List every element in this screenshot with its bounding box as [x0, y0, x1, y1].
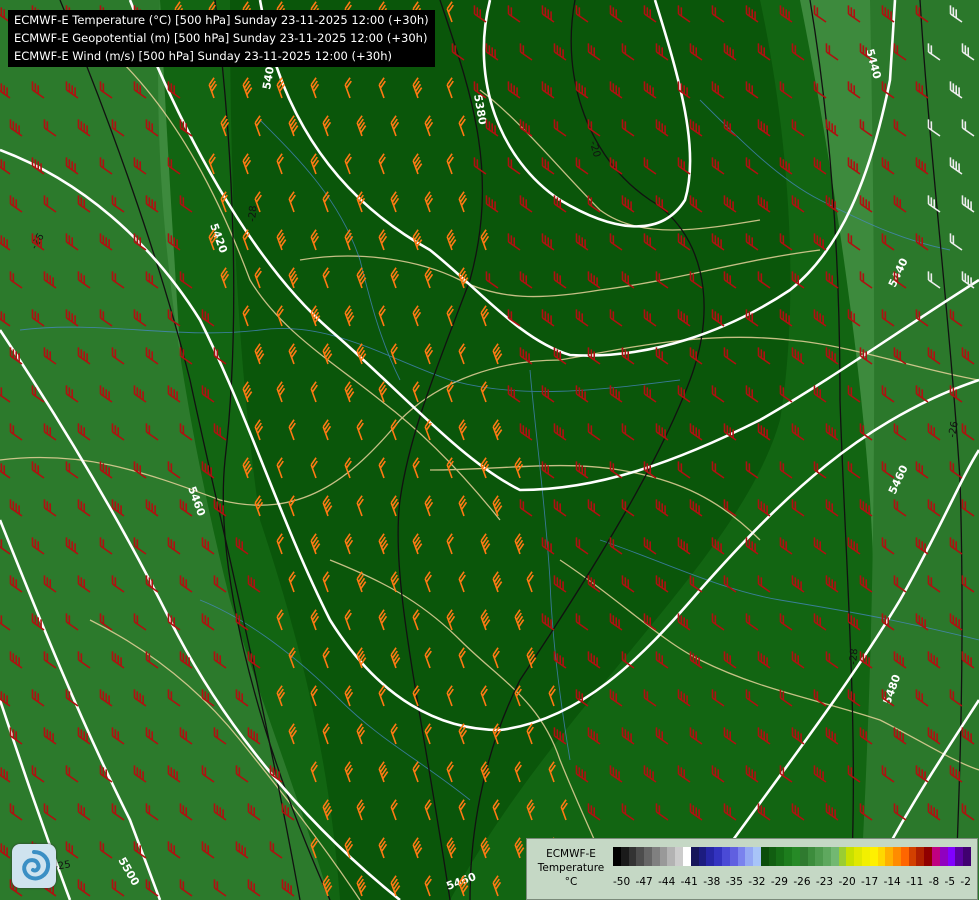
colorscale-tick: -41 — [680, 876, 698, 888]
colorscale-swatch — [908, 847, 917, 866]
colorscale-swatch — [776, 847, 785, 866]
weather-map: 5380 5400 5420 5440 5460 5480 5500 5460 … — [0, 0, 979, 900]
colorscale-swatch — [862, 847, 870, 866]
colorscale-swatch — [714, 847, 722, 866]
colorscale-swatch — [830, 847, 839, 866]
colorscale-swatch — [636, 847, 645, 866]
colorscale-swatch — [807, 847, 816, 866]
colorscale-swatch — [690, 847, 699, 866]
colorscale-swatch — [947, 847, 956, 866]
colorscale-tick: -23 — [815, 876, 834, 888]
header-line-temperature: ECMWF-E Temperature (°C) [500 hPa] Sunda… — [14, 13, 429, 27]
colorscale-swatch — [651, 847, 660, 866]
colorscale-swatch — [877, 847, 886, 866]
colorscale-ticks: -50 -47 -44 -41 -38 -35 -32 -29 -26 -23 -20 -17 -14-… — [613, 876, 971, 888]
colorscale-swatch — [823, 847, 831, 866]
colorscale-swatch — [613, 847, 621, 866]
colorscale-swatches — [613, 847, 971, 866]
colorscale-swatch — [721, 847, 730, 866]
colorscale-swatch — [885, 847, 894, 866]
colorscale-tick: -35 — [725, 876, 743, 888]
colorscale-swatch — [854, 847, 862, 866]
colorscale-swatch — [955, 847, 964, 866]
colorscale-swatch — [869, 847, 878, 866]
colorscale-tick: -2 — [960, 876, 971, 888]
colorscale-tick: -44 — [658, 876, 676, 888]
colorscale-swatch — [924, 847, 933, 866]
colorscale-swatch — [628, 847, 637, 866]
colorscale-tick: -26 — [793, 876, 811, 888]
colorscale-tick: -20 — [838, 876, 856, 888]
colorscale-title: ECMWF-E Temperature °C — [531, 847, 611, 889]
colorscale-swatch — [760, 847, 769, 866]
colorscale-swatch — [768, 847, 777, 866]
colorscale-tick: -5 — [944, 876, 956, 888]
colorscale-swatch — [706, 847, 715, 866]
colorscale-tick: -29 — [770, 876, 788, 888]
colorscale-swatch — [745, 847, 754, 866]
colorscale-swatch — [963, 847, 971, 866]
colorscale-unit: °C — [564, 876, 578, 888]
header-line-wind: ECMWF-E Wind (m/s) [500 hPa] Sunday 23-1… — [14, 49, 393, 63]
colorscale-title-line2: Temperature — [537, 862, 605, 874]
colorscale-title-line1: ECMWF-E — [546, 848, 596, 860]
colorscale-swatch — [784, 847, 792, 866]
colorscale-swatch — [791, 847, 800, 866]
colorscale-swatch — [846, 847, 855, 866]
temperature-label: -28 — [848, 648, 860, 665]
colorscale-swatch — [893, 847, 901, 866]
colorscale-swatch — [698, 847, 707, 866]
colorscale-swatch — [620, 847, 629, 866]
colorscale-swatch — [838, 847, 847, 866]
colorscale-tick: -17 — [861, 876, 879, 888]
colorscale-swatch — [675, 847, 684, 866]
colorscale-swatch — [659, 847, 668, 866]
colorscale-swatch — [815, 847, 824, 866]
colorscale-swatch — [900, 847, 909, 866]
colorscale-swatch — [644, 847, 652, 866]
colorscale-swatch — [683, 847, 691, 866]
swirl-icon — [22, 850, 51, 881]
colorscale-tick: -8 — [928, 876, 940, 888]
colorscale-tick: -32 — [748, 876, 766, 888]
colorscale-swatch — [916, 847, 925, 866]
colorscale-swatch — [932, 847, 940, 866]
colorscale-tick: -50 — [613, 876, 631, 888]
colorscale-tick: -11 — [906, 876, 924, 888]
colorscale-tick: -47 — [635, 876, 653, 888]
provider-logo — [12, 844, 56, 888]
colorscale-swatch — [667, 847, 676, 866]
map-header: ECMWF-E Temperature (°C) [500 hPa] Sunda… — [8, 10, 435, 67]
colorscale-swatch — [939, 847, 948, 866]
colorscale-tick: -14 — [883, 876, 901, 888]
colorscale-swatch — [737, 847, 746, 866]
temperature-colorscale: ECMWF-E Temperature °C -50 -47 -44 -41 -38 -3… — [526, 838, 978, 900]
header-line-geopotential: ECMWF-E Geopotential (m) [500 hPa] Sunda… — [14, 31, 428, 45]
colorscale-tick: -38 — [703, 876, 721, 888]
colorscale-swatch — [729, 847, 738, 866]
colorscale-swatch — [799, 847, 808, 866]
colorscale-swatch — [753, 847, 761, 866]
